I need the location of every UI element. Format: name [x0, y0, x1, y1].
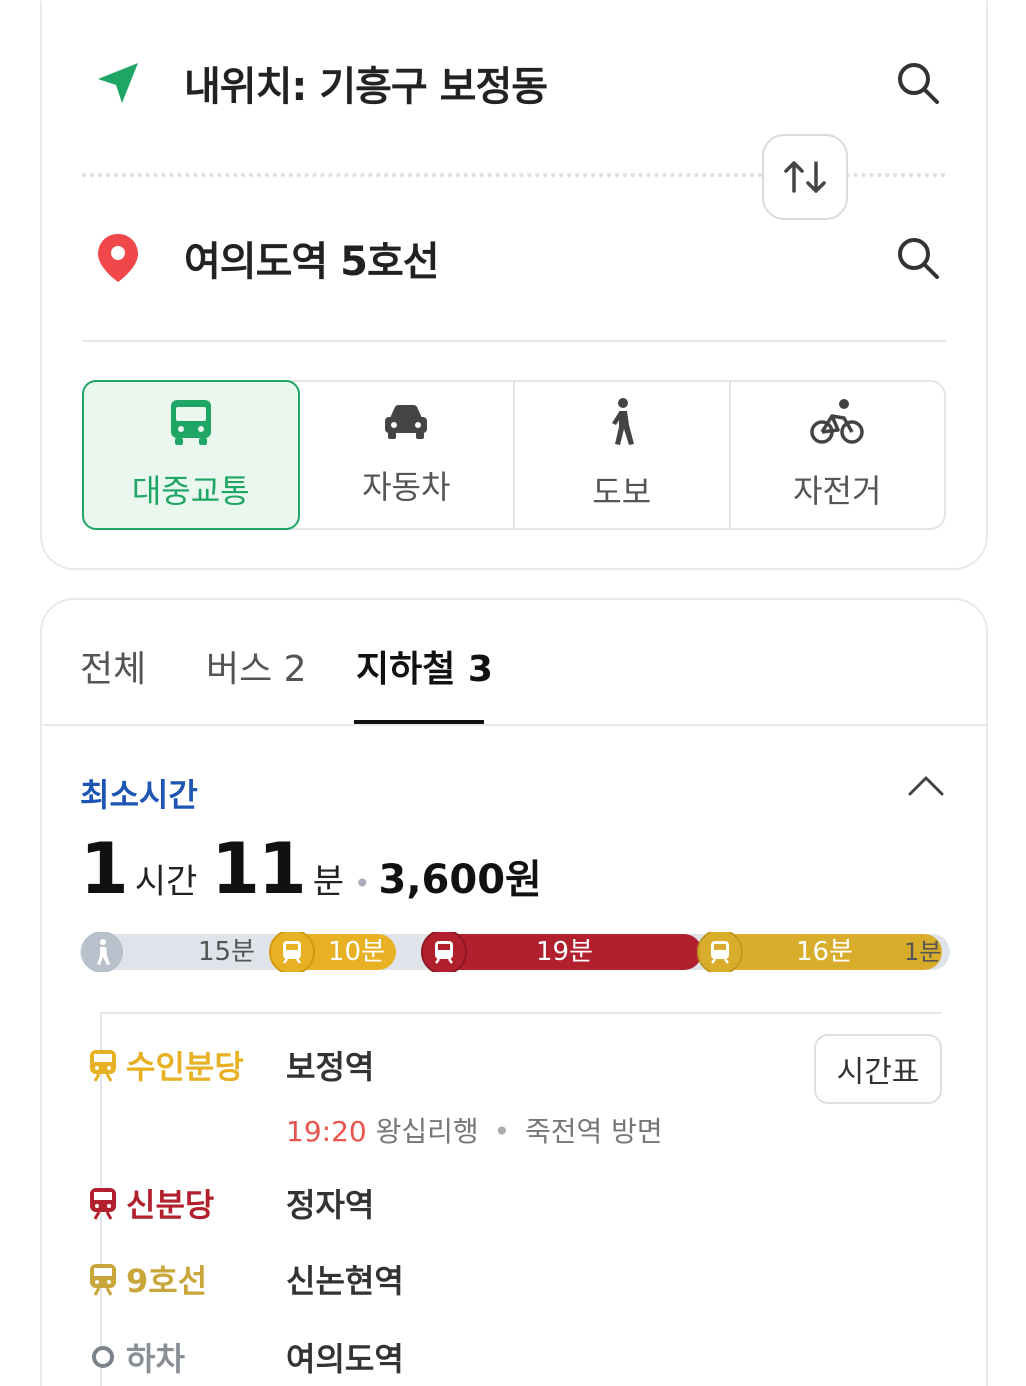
subway-icon: [86, 1186, 120, 1220]
alight-circle-icon: [86, 1340, 120, 1374]
mode-walk-label: 도보: [592, 473, 652, 511]
duration-hours-unit: 시간: [134, 862, 198, 902]
segment-shinbundang-label: 19분: [536, 937, 593, 967]
mode-bicycle-label: 자전거: [793, 472, 882, 510]
step-transfer-2[interactable]: 9호선 신논현역: [86, 1256, 404, 1302]
origin-text[interactable]: 내위치: 기흥구 보정동: [184, 54, 890, 112]
mode-walk[interactable]: 도보: [515, 382, 731, 528]
departure-time: 19:20: [286, 1115, 367, 1148]
line-name-suin-bundang: 수인분당: [126, 1048, 244, 1086]
mode-car-label: 자동차: [362, 468, 451, 506]
origin-search-icon[interactable]: [890, 55, 946, 111]
station-name: 보정역: [286, 1048, 375, 1086]
line-name-line9: 9호선: [126, 1262, 208, 1300]
departure-direction: 왕십리행: [375, 1115, 479, 1148]
duration-minutes-unit: 분: [312, 862, 344, 902]
location-pin-icon: [92, 232, 144, 284]
tab-bus[interactable]: 버스 2: [206, 640, 307, 692]
result-tabs: 전체 버스 2 지하철 3: [42, 600, 986, 726]
segment-line9-label: 16분: [796, 937, 853, 967]
route-results-card: 전체 버스 2 지하철 3 최소시간 1 시간 11 분 • 3,600원 15…: [40, 598, 988, 1386]
duration-minutes: 11: [211, 828, 306, 910]
tab-all[interactable]: 전체: [80, 640, 146, 692]
separator-dot: •: [353, 867, 371, 900]
segment-walk-end-label: 1분: [904, 938, 941, 966]
mode-transit[interactable]: 대중교통: [82, 380, 300, 530]
route-segment-bar: 15분 10분 19분 16분 1분: [80, 932, 950, 972]
fare: 3,600원: [378, 857, 542, 903]
line-name-shinbundang: 신분당: [126, 1186, 215, 1224]
duration-hours: 1: [80, 828, 129, 910]
transport-mode-selector: 대중교통 자동차 도보 자전거: [82, 380, 946, 530]
section-divider: [82, 340, 946, 342]
chevron-up-icon[interactable]: [906, 772, 946, 802]
mode-car[interactable]: 자동차: [300, 382, 515, 528]
step-boarding-1[interactable]: 수인분당 보정역: [86, 1042, 374, 1088]
navigation-arrow-icon: [92, 57, 144, 109]
route-search-card: 내위치: 기흥구 보정동 여의도역 5호선 대중교통 자동차 도보 자전거: [40, 0, 988, 570]
segment-walk-start-label: 15분: [198, 937, 255, 967]
car-icon: [385, 405, 428, 439]
segment-suin-bundang-label: 10분: [328, 937, 385, 967]
walk-icon: [611, 398, 634, 445]
subway-icon: [86, 1262, 120, 1296]
destination-text[interactable]: 여의도역 5호선: [184, 229, 890, 287]
alight-label: 하차: [126, 1340, 185, 1378]
separator-dot: •: [493, 1115, 511, 1148]
tab-subway[interactable]: 지하철 3: [356, 640, 493, 692]
subway-icon: [86, 1048, 120, 1082]
swap-arrows-icon: [784, 161, 826, 193]
mode-bicycle[interactable]: 자전거: [731, 382, 945, 528]
timetable-button[interactable]: 시간표: [814, 1034, 942, 1104]
swap-route-button[interactable]: [762, 134, 848, 220]
departure-toward: 죽전역 방면: [524, 1115, 663, 1148]
steps-divider: [100, 1012, 942, 1014]
station-name: 정자역: [286, 1186, 375, 1224]
mode-transit-label: 대중교통: [131, 472, 250, 510]
origin-row[interactable]: 내위치: 기흥구 보정동: [82, 38, 946, 128]
active-tab-indicator: [354, 720, 484, 724]
step-transfer-1[interactable]: 신분당 정자역: [86, 1180, 374, 1226]
station-name: 여의도역: [286, 1340, 404, 1378]
bus-icon: [170, 400, 211, 445]
bicycle-icon: [810, 399, 864, 444]
station-name: 신논현역: [286, 1262, 404, 1300]
total-duration: 1 시간 11 분 • 3,600원: [80, 828, 542, 910]
departure-info: 19:20 왕십리행 • 죽전역 방면: [286, 1110, 663, 1150]
destination-search-icon[interactable]: [890, 230, 946, 286]
result-section-title: 최소시간: [80, 776, 198, 814]
destination-row[interactable]: 여의도역 5호선: [82, 213, 946, 303]
step-alight[interactable]: 하차 여의도역: [86, 1334, 404, 1380]
